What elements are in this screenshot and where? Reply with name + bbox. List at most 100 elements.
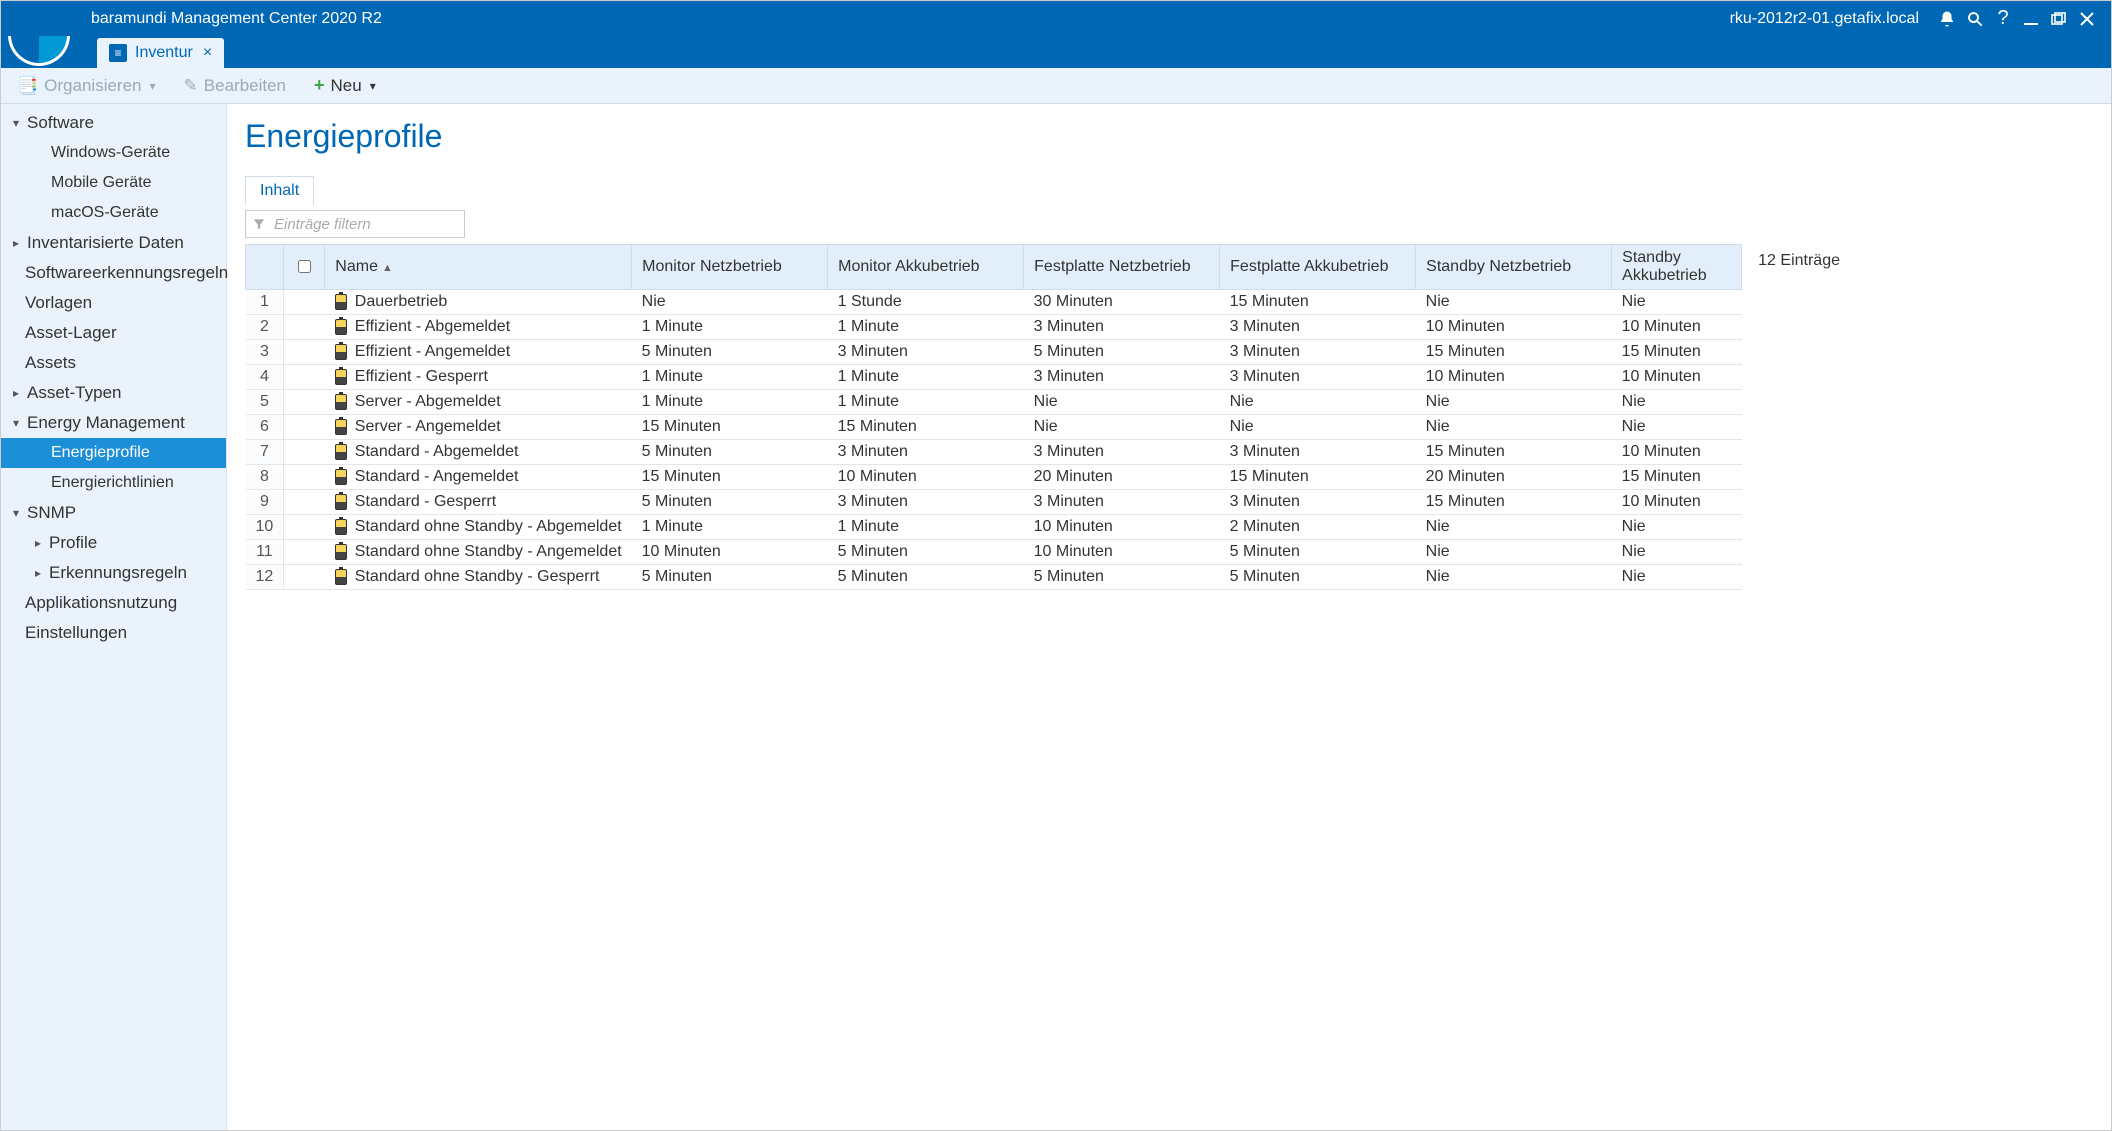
table-row[interactable]: 11Standard ohne Standby - Angemeldet10 M…	[246, 540, 1742, 565]
search-icon[interactable]	[1961, 10, 1989, 28]
cell-value: Nie	[1024, 390, 1220, 415]
table-row[interactable]: 7Standard - Abgemeldet5 Minuten3 Minuten…	[246, 440, 1742, 465]
sidebar-item-windows-ger-te[interactable]: Windows-Geräte	[1, 138, 226, 168]
col-header[interactable]: Name▲	[325, 245, 632, 290]
select-all-checkbox[interactable]	[298, 260, 311, 273]
cell-value: Nie	[1612, 390, 1742, 415]
row-checkbox-cell[interactable]	[284, 365, 325, 390]
table-row[interactable]: 5Server - Abgemeldet1 Minute1 MinuteNieN…	[246, 390, 1742, 415]
row-number: 10	[246, 515, 284, 540]
sidebar-item-label: Inventarisierte Daten	[27, 233, 184, 253]
sidebar-item-mobile-ger-te[interactable]: Mobile Geräte	[1, 168, 226, 198]
cell-value: 5 Minuten	[1220, 540, 1416, 565]
row-checkbox-cell[interactable]	[284, 340, 325, 365]
row-checkbox-cell[interactable]	[284, 565, 325, 590]
table-row[interactable]: 3Effizient - Angemeldet5 Minuten3 Minute…	[246, 340, 1742, 365]
notifications-icon[interactable]	[1933, 10, 1961, 28]
sidebar-item-vorlagen[interactable]: Vorlagen	[1, 288, 226, 318]
cell-value: 10 Minuten	[1024, 540, 1220, 565]
row-checkbox-cell[interactable]	[284, 490, 325, 515]
row-checkbox-cell[interactable]	[284, 515, 325, 540]
edit-button[interactable]: ✎ Bearbeiten	[184, 76, 286, 96]
row-checkbox-cell[interactable]	[284, 390, 325, 415]
sidebar-item-snmp[interactable]: ▾SNMP	[1, 498, 226, 528]
col-header[interactable]: Festplatte Akkubetrieb	[1220, 245, 1416, 290]
table-row[interactable]: 4Effizient - Gesperrt1 Minute1 Minute3 M…	[246, 365, 1742, 390]
table-row[interactable]: 10Standard ohne Standby - Abgemeldet1 Mi…	[246, 515, 1742, 540]
maximize-icon[interactable]	[2045, 12, 2073, 26]
col-header[interactable]: Monitor Netzbetrieb	[632, 245, 828, 290]
row-checkbox-cell[interactable]	[284, 315, 325, 340]
energy-profile-icon	[335, 494, 347, 510]
sidebar-item-einstellungen[interactable]: Einstellungen	[1, 618, 226, 648]
organize-button[interactable]: 📑 Organisieren ▾	[17, 76, 156, 96]
table-row[interactable]: 8Standard - Angemeldet15 Minuten10 Minut…	[246, 465, 1742, 490]
minimize-icon[interactable]	[2017, 12, 2045, 26]
sidebar-item-energierichtlinien[interactable]: Energierichtlinien	[1, 468, 226, 498]
sidebar-item-erkennungsregeln[interactable]: ▸Erkennungsregeln	[1, 558, 226, 588]
energy-profile-icon	[335, 369, 347, 385]
cell-value: 3 Minuten	[1220, 315, 1416, 340]
subtab-inhalt[interactable]: Inhalt	[245, 176, 314, 205]
cell-name: Standard - Abgemeldet	[325, 440, 632, 465]
sidebar-item-macos-ger-te[interactable]: macOS-Geräte	[1, 198, 226, 228]
sidebar-item-asset-typen[interactable]: ▸Asset-Typen	[1, 378, 226, 408]
cell-value: 10 Minuten	[1416, 315, 1612, 340]
row-checkbox-cell[interactable]	[284, 440, 325, 465]
energy-profile-icon	[335, 419, 347, 435]
cell-value: 5 Minuten	[828, 540, 1024, 565]
sidebar-item-applikationsnutzung[interactable]: Applikationsnutzung	[1, 588, 226, 618]
cell-value: 3 Minuten	[1220, 365, 1416, 390]
cell-name: Effizient - Gesperrt	[325, 365, 632, 390]
sidebar-item-inventarisierte-daten[interactable]: ▸Inventarisierte Daten	[1, 228, 226, 258]
table-row[interactable]: 2Effizient - Abgemeldet1 Minute1 Minute3…	[246, 315, 1742, 340]
cell-value: 3 Minuten	[1024, 365, 1220, 390]
sidebar-item-energieprofile[interactable]: Energieprofile	[1, 438, 226, 468]
cell-name: Effizient - Abgemeldet	[325, 315, 632, 340]
energy-profile-icon	[335, 469, 347, 485]
tab-inventur[interactable]: ≡ Inventur ×	[97, 38, 224, 68]
table-row[interactable]: 6Server - Angemeldet15 Minuten15 Minuten…	[246, 415, 1742, 440]
col-header[interactable]: Standby Netzbetrieb	[1416, 245, 1612, 290]
sidebar-item-label: Einstellungen	[25, 623, 127, 643]
sidebar-item-label: Energy Management	[27, 413, 185, 433]
sidebar-item-profile[interactable]: ▸Profile	[1, 528, 226, 558]
cell-value: Nie	[1024, 415, 1220, 440]
chevron-icon: ▾	[13, 116, 27, 130]
col-header[interactable]: Festplatte Netzbetrieb	[1024, 245, 1220, 290]
cell-value: 10 Minuten	[1416, 365, 1612, 390]
col-select-all[interactable]	[284, 245, 325, 290]
cell-value: Nie	[1612, 415, 1742, 440]
row-checkbox-cell[interactable]	[284, 415, 325, 440]
sidebar-item-software[interactable]: ▾Software	[1, 108, 226, 138]
sidebar-item-softwareerkennungsregeln[interactable]: Softwareerkennungsregeln	[1, 258, 226, 288]
table-row[interactable]: 12Standard ohne Standby - Gesperrt5 Minu…	[246, 565, 1742, 590]
sidebar-item-asset-lager[interactable]: Asset-Lager	[1, 318, 226, 348]
cell-name: Standard - Gesperrt	[325, 490, 632, 515]
sort-asc-icon: ▲	[382, 262, 393, 274]
chevron-icon: ▸	[13, 236, 27, 250]
table-row[interactable]: 9Standard - Gesperrt5 Minuten3 Minuten3 …	[246, 490, 1742, 515]
sidebar-item-label: Asset-Typen	[27, 383, 122, 403]
filter-input-wrap[interactable]	[245, 210, 465, 238]
sidebar-item-label: SNMP	[27, 503, 76, 523]
cell-value: 10 Minuten	[1612, 315, 1742, 340]
new-button[interactable]: + Neu ▾	[314, 75, 376, 96]
row-checkbox-cell[interactable]	[284, 540, 325, 565]
table-row[interactable]: 1DauerbetriebNie1 Stunde30 Minuten15 Min…	[246, 290, 1742, 315]
col-header[interactable]: Standby Akkubetrieb	[1612, 245, 1742, 290]
row-checkbox-cell[interactable]	[284, 465, 325, 490]
sidebar-item-label: Profile	[49, 533, 97, 553]
cell-value: Nie	[1416, 565, 1612, 590]
row-checkbox-cell[interactable]	[284, 290, 325, 315]
filter-input[interactable]	[272, 215, 477, 234]
new-label: Neu	[331, 76, 362, 96]
sidebar-item-assets[interactable]: Assets	[1, 348, 226, 378]
tab-close-icon[interactable]: ×	[203, 44, 212, 62]
page-title: Energieprofile	[245, 118, 2093, 155]
sidebar-item-label: Assets	[25, 353, 76, 373]
help-icon[interactable]: ?	[1989, 7, 2017, 30]
sidebar-item-energy-management[interactable]: ▾Energy Management	[1, 408, 226, 438]
close-icon[interactable]	[2073, 12, 2101, 26]
col-header[interactable]: Monitor Akkubetrieb	[828, 245, 1024, 290]
